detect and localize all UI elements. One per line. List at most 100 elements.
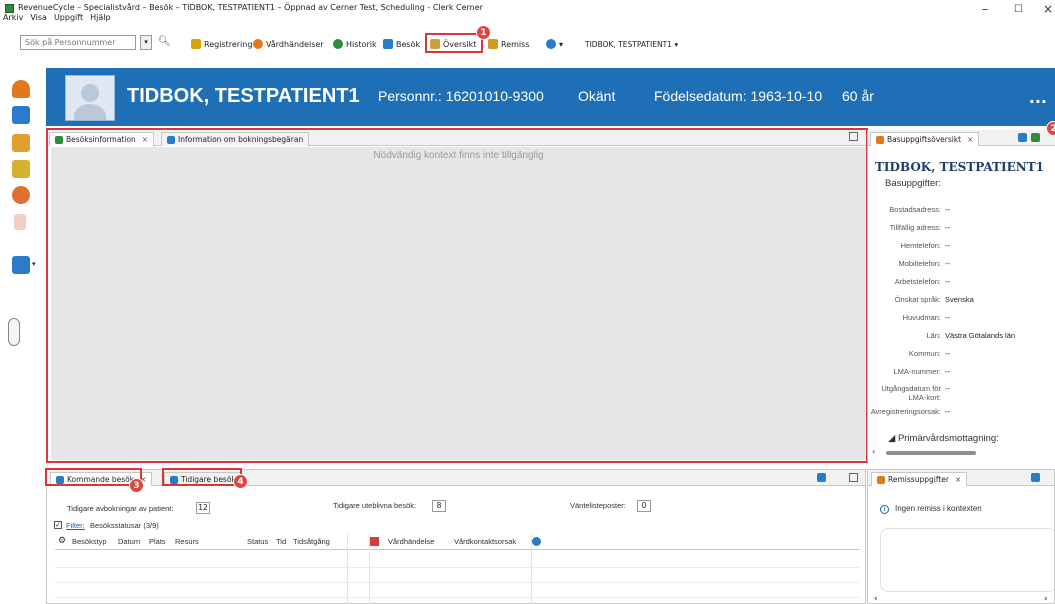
remiss-label: Remiss xyxy=(501,39,530,49)
col-vardhandelse[interactable]: Vårdhändelse xyxy=(388,537,434,546)
col-tid[interactable]: Tid xyxy=(276,537,286,546)
info-icon: i xyxy=(880,505,889,514)
export-icon[interactable] xyxy=(12,160,30,178)
callout-badge-2: 2 xyxy=(1046,121,1055,136)
person-icon[interactable] xyxy=(12,80,30,98)
row-label: Kommun: xyxy=(908,349,941,358)
main-panel-highlight xyxy=(46,128,868,463)
scroll-left-arrow[interactable]: ‹ xyxy=(872,447,875,456)
basuppgifter-panel: Basuppgiftsöversikt × TIDBOK, TESTPATIENT… xyxy=(867,130,1055,462)
referral-icon xyxy=(877,475,885,484)
toolbar: ▾ 🔍︎ Registrering Vårdhändelser Historik… xyxy=(0,25,1055,68)
horizontal-scrollbar[interactable]: ‹ xyxy=(872,447,1052,457)
vardhandelser-button[interactable]: Vårdhändelser xyxy=(253,37,324,51)
menu-visa[interactable]: Visa xyxy=(30,13,47,22)
grid-icon[interactable] xyxy=(12,256,30,274)
col-datum[interactable]: Datum xyxy=(118,537,140,546)
avatar xyxy=(65,75,115,121)
close-button[interactable]: × xyxy=(1043,2,1053,16)
link-icon[interactable] xyxy=(1031,473,1040,482)
maximize-panel-icon[interactable] xyxy=(849,473,858,482)
pencil-icon xyxy=(191,39,201,49)
row-label: Avregistreringsorsak: xyxy=(870,407,941,416)
uteblivna-value: 8 xyxy=(432,500,446,512)
referral-icon xyxy=(488,39,498,49)
patient-switcher[interactable]: TIDBOK, TESTPATIENT1 ▾ xyxy=(585,37,678,51)
grid-dropdown-arrow[interactable]: ▾ xyxy=(32,260,36,268)
row-label: Utgångsdatum för xyxy=(881,384,941,393)
menu-bar: Arkiv Visa Uppgift Hjälp xyxy=(0,13,111,25)
registrering-button[interactable]: Registrering xyxy=(191,37,252,51)
tab-basuppgiftsoversikt[interactable]: Basuppgiftsöversikt × xyxy=(870,132,980,146)
search-icon[interactable]: 🔍︎ xyxy=(158,36,171,47)
row-label: Hemtelefon: xyxy=(900,241,941,250)
historik-button[interactable]: Historik xyxy=(333,37,377,51)
scroll-left-arrow[interactable]: ‹ xyxy=(874,594,878,604)
avbokningar-value: 12 xyxy=(196,502,210,514)
patient-switcher-label: TIDBOK, TESTPATIENT1 xyxy=(585,39,672,49)
col-status[interactable]: Status xyxy=(247,537,268,546)
link-dropdown-button[interactable]: ▾ xyxy=(546,37,563,51)
col-plats[interactable]: Plats xyxy=(149,537,166,546)
search-options-dropdown[interactable]: ▾ xyxy=(140,35,152,50)
row-value: -- xyxy=(945,277,950,286)
calendar-icon[interactable] xyxy=(12,106,30,124)
menu-uppgift[interactable]: Uppgift xyxy=(54,13,83,22)
row-label: LMA-kort: xyxy=(908,393,941,402)
table-row xyxy=(55,567,860,568)
clock-icon xyxy=(253,39,263,49)
birthdate: Födelsedatum: 1963-10-10 xyxy=(654,88,823,104)
row-label: Län: xyxy=(926,331,941,340)
referral-placeholder-card xyxy=(880,528,1055,592)
primarvardsmottagning-section[interactable]: ◢ Primärvårdsmottagning: xyxy=(888,433,999,444)
row-label: Önskat språk: xyxy=(894,295,941,304)
close-icon[interactable]: × xyxy=(967,135,973,144)
document-icon[interactable] xyxy=(14,214,26,230)
panel-patient-name: TIDBOK, TESTPATIENT1 xyxy=(875,160,1044,174)
link-dropdown-arrow: ▾ xyxy=(559,39,564,49)
row-value: -- xyxy=(945,241,950,250)
row-value: -- xyxy=(945,367,950,376)
maximize-button[interactable]: ☐ xyxy=(1014,4,1023,15)
filter-link[interactable]: Filter: xyxy=(66,521,85,530)
row-label: Mobiltelefon: xyxy=(898,259,941,268)
callout-badge-4: 4 xyxy=(233,474,248,489)
minimize-button[interactable]: – xyxy=(982,2,988,16)
table-row xyxy=(55,582,860,583)
link-icon[interactable] xyxy=(817,473,826,482)
row-value: -- xyxy=(945,223,950,232)
remiss-panel: Remissuppgifter × i Ingen remiss i kontext… xyxy=(867,469,1055,604)
clipboard-icon[interactable] xyxy=(12,134,30,152)
patient-switcher-arrow: ▾ xyxy=(674,39,679,49)
hierarchy-icon[interactable]: ⚙︎ xyxy=(58,535,66,546)
link-icon[interactable] xyxy=(1018,133,1027,142)
uteblivna-label: Tidigare uteblivna besök: xyxy=(333,501,417,510)
remiss-button[interactable]: Remiss xyxy=(488,37,529,51)
col-vardkontaktsorsak[interactable]: Vårdkontaktsorsak xyxy=(454,537,516,546)
age: 60 år xyxy=(842,88,874,104)
tab-basuppgiftsoversikt-label: Basuppgiftsöversikt xyxy=(887,135,962,144)
menu-hjalp[interactable]: Hjälp xyxy=(90,13,110,22)
search-input[interactable] xyxy=(20,35,136,50)
edit-icon[interactable] xyxy=(1031,133,1040,142)
col-resurs[interactable]: Resurs xyxy=(175,537,199,546)
scrollbar-thumb[interactable] xyxy=(886,451,976,455)
close-icon[interactable]: × xyxy=(955,475,961,484)
oversikt-highlight xyxy=(425,33,483,53)
stamp-icon[interactable] xyxy=(12,186,30,204)
filter-status-text: Besöksstatusar (3/9) xyxy=(90,521,159,530)
col-besokstyp[interactable]: Besökstyp xyxy=(72,537,107,546)
besok-button[interactable]: Besök xyxy=(383,37,420,51)
collapse-rail-handle[interactable] xyxy=(8,318,20,346)
filter-checkbox[interactable]: ✓ xyxy=(54,521,62,529)
menu-arkiv[interactable]: Arkiv xyxy=(3,13,23,22)
more-button[interactable]: ... xyxy=(1029,88,1047,107)
scroll-right-arrow[interactable]: › xyxy=(1044,594,1048,604)
tab-remissuppgifter[interactable]: Remissuppgifter × xyxy=(871,472,968,486)
title-bar: RevenueCycle – Specialistvård – Besök – … xyxy=(0,0,1055,26)
row-label: Tillfällig adress: xyxy=(889,223,941,232)
besok-list-panel: Kommande besök × Tidigare besök 3 4 Tidig… xyxy=(45,468,866,604)
col-tidsatgang[interactable]: Tidsåtgång xyxy=(293,537,330,546)
basuppgifter-heading: Basuppgifter: xyxy=(885,178,941,189)
column-divider xyxy=(347,534,348,604)
